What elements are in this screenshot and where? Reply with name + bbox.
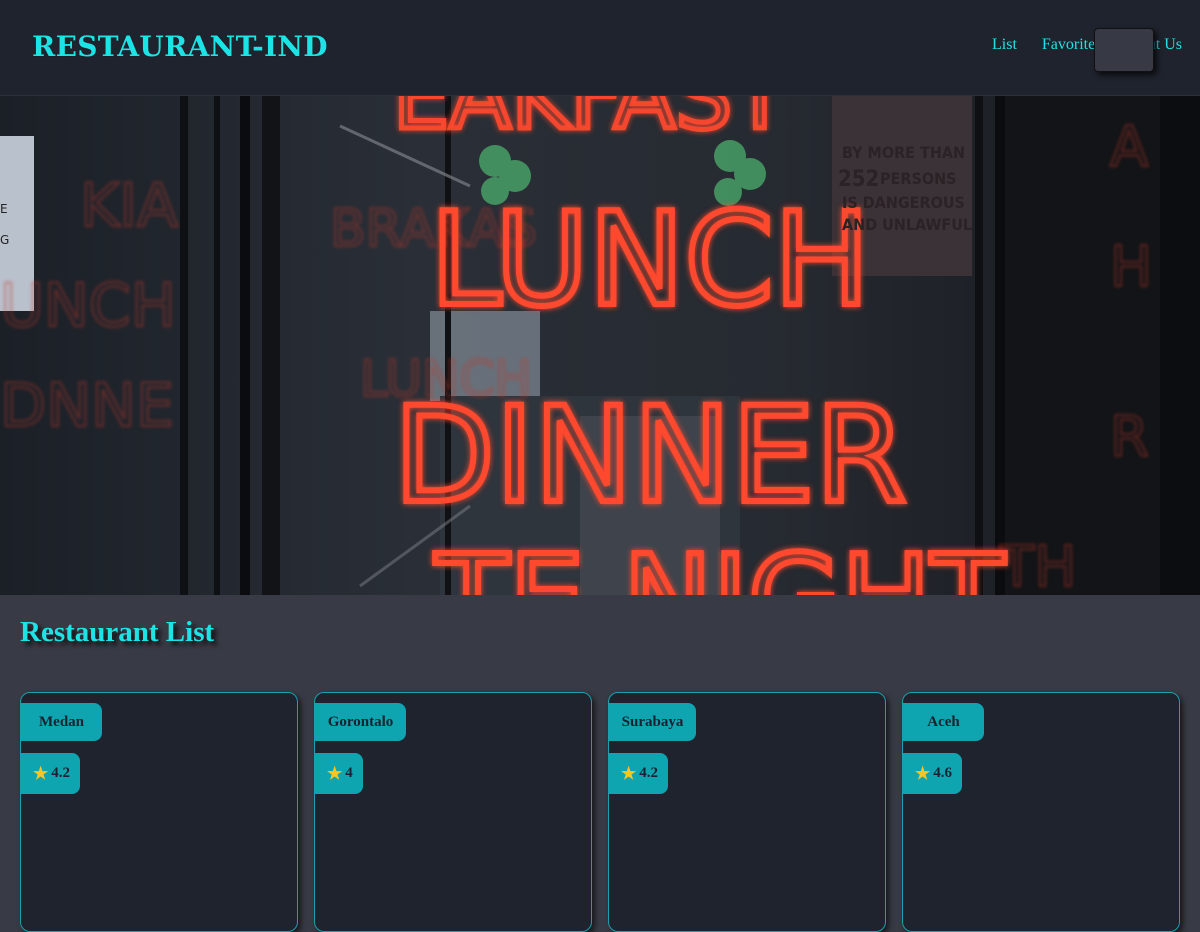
rating-value: 4.6 — [933, 765, 952, 781]
svg-text:G: G — [0, 233, 9, 247]
svg-text:DNNE: DNNE — [0, 371, 174, 441]
svg-text:R: R — [1110, 405, 1149, 470]
city-badge: Gorontalo — [315, 703, 406, 741]
rating-value: 4 — [345, 765, 353, 781]
rating-badge: ★ 4 — [315, 753, 363, 794]
star-icon: ★ — [33, 764, 49, 783]
svg-text:UNCH: UNCH — [0, 271, 176, 341]
hero-image: E G BRAKAS LUNCH UNCH DNNE KIA A H R TH … — [0, 96, 1200, 595]
city-badge: Aceh — [903, 703, 984, 741]
nav-link-favorite[interactable]: Favorite — [1042, 36, 1095, 54]
hero-notice-number: 252 — [838, 167, 879, 192]
hero-neon-lunch: LUNCH — [430, 186, 870, 335]
star-icon: ★ — [621, 764, 637, 783]
hamburger-menu-button[interactable] — [1094, 28, 1154, 72]
page-title: Restaurant List — [20, 616, 215, 648]
svg-text:KIA: KIA — [80, 171, 178, 241]
star-icon: ★ — [915, 764, 931, 783]
nav-link-list[interactable]: List — [992, 36, 1017, 54]
hero-notice-line-3: PERSONS — [880, 169, 956, 188]
svg-text:EAKFAST: EAKFAST — [393, 96, 789, 150]
svg-text:A: A — [1110, 115, 1148, 180]
rating-badge: ★ 4.6 — [903, 753, 962, 794]
hero-notice-line-4: IS DANGEROUS — [842, 193, 965, 212]
star-icon: ★ — [327, 764, 343, 783]
svg-text:TH: TH — [999, 535, 1076, 595]
restaurant-card[interactable]: Medan ★ 4.2 — [20, 692, 298, 932]
rating-value: 4.2 — [51, 765, 70, 781]
app-header: RESTAURANT-IND List Favorite About Us — [0, 0, 1200, 96]
restaurant-card[interactable]: Gorontalo ★ 4 — [314, 692, 592, 932]
svg-text:H: H — [1110, 235, 1152, 300]
rating-badge: ★ 4.2 — [21, 753, 80, 794]
restaurant-card[interactable]: Surabaya ★ 4.2 — [608, 692, 886, 932]
rating-value: 4.2 — [639, 765, 658, 781]
brand-logo-link[interactable]: RESTAURANT-IND — [32, 30, 328, 63]
city-badge: Medan — [21, 703, 102, 741]
rating-badge: ★ 4.2 — [609, 753, 668, 794]
svg-text:E: E — [0, 202, 8, 216]
hero-notice-line-1: BY MORE THAN — [842, 143, 965, 162]
restaurant-card[interactable]: Aceh ★ 4.6 — [902, 692, 1180, 932]
hero-neon-dinner: DINNER — [393, 379, 906, 533]
city-badge: Surabaya — [609, 703, 696, 741]
svg-text:TE NIGHT: TE NIGHT — [435, 531, 1006, 595]
hero-notice-line-5: AND UNLAWFUL — [842, 215, 972, 234]
